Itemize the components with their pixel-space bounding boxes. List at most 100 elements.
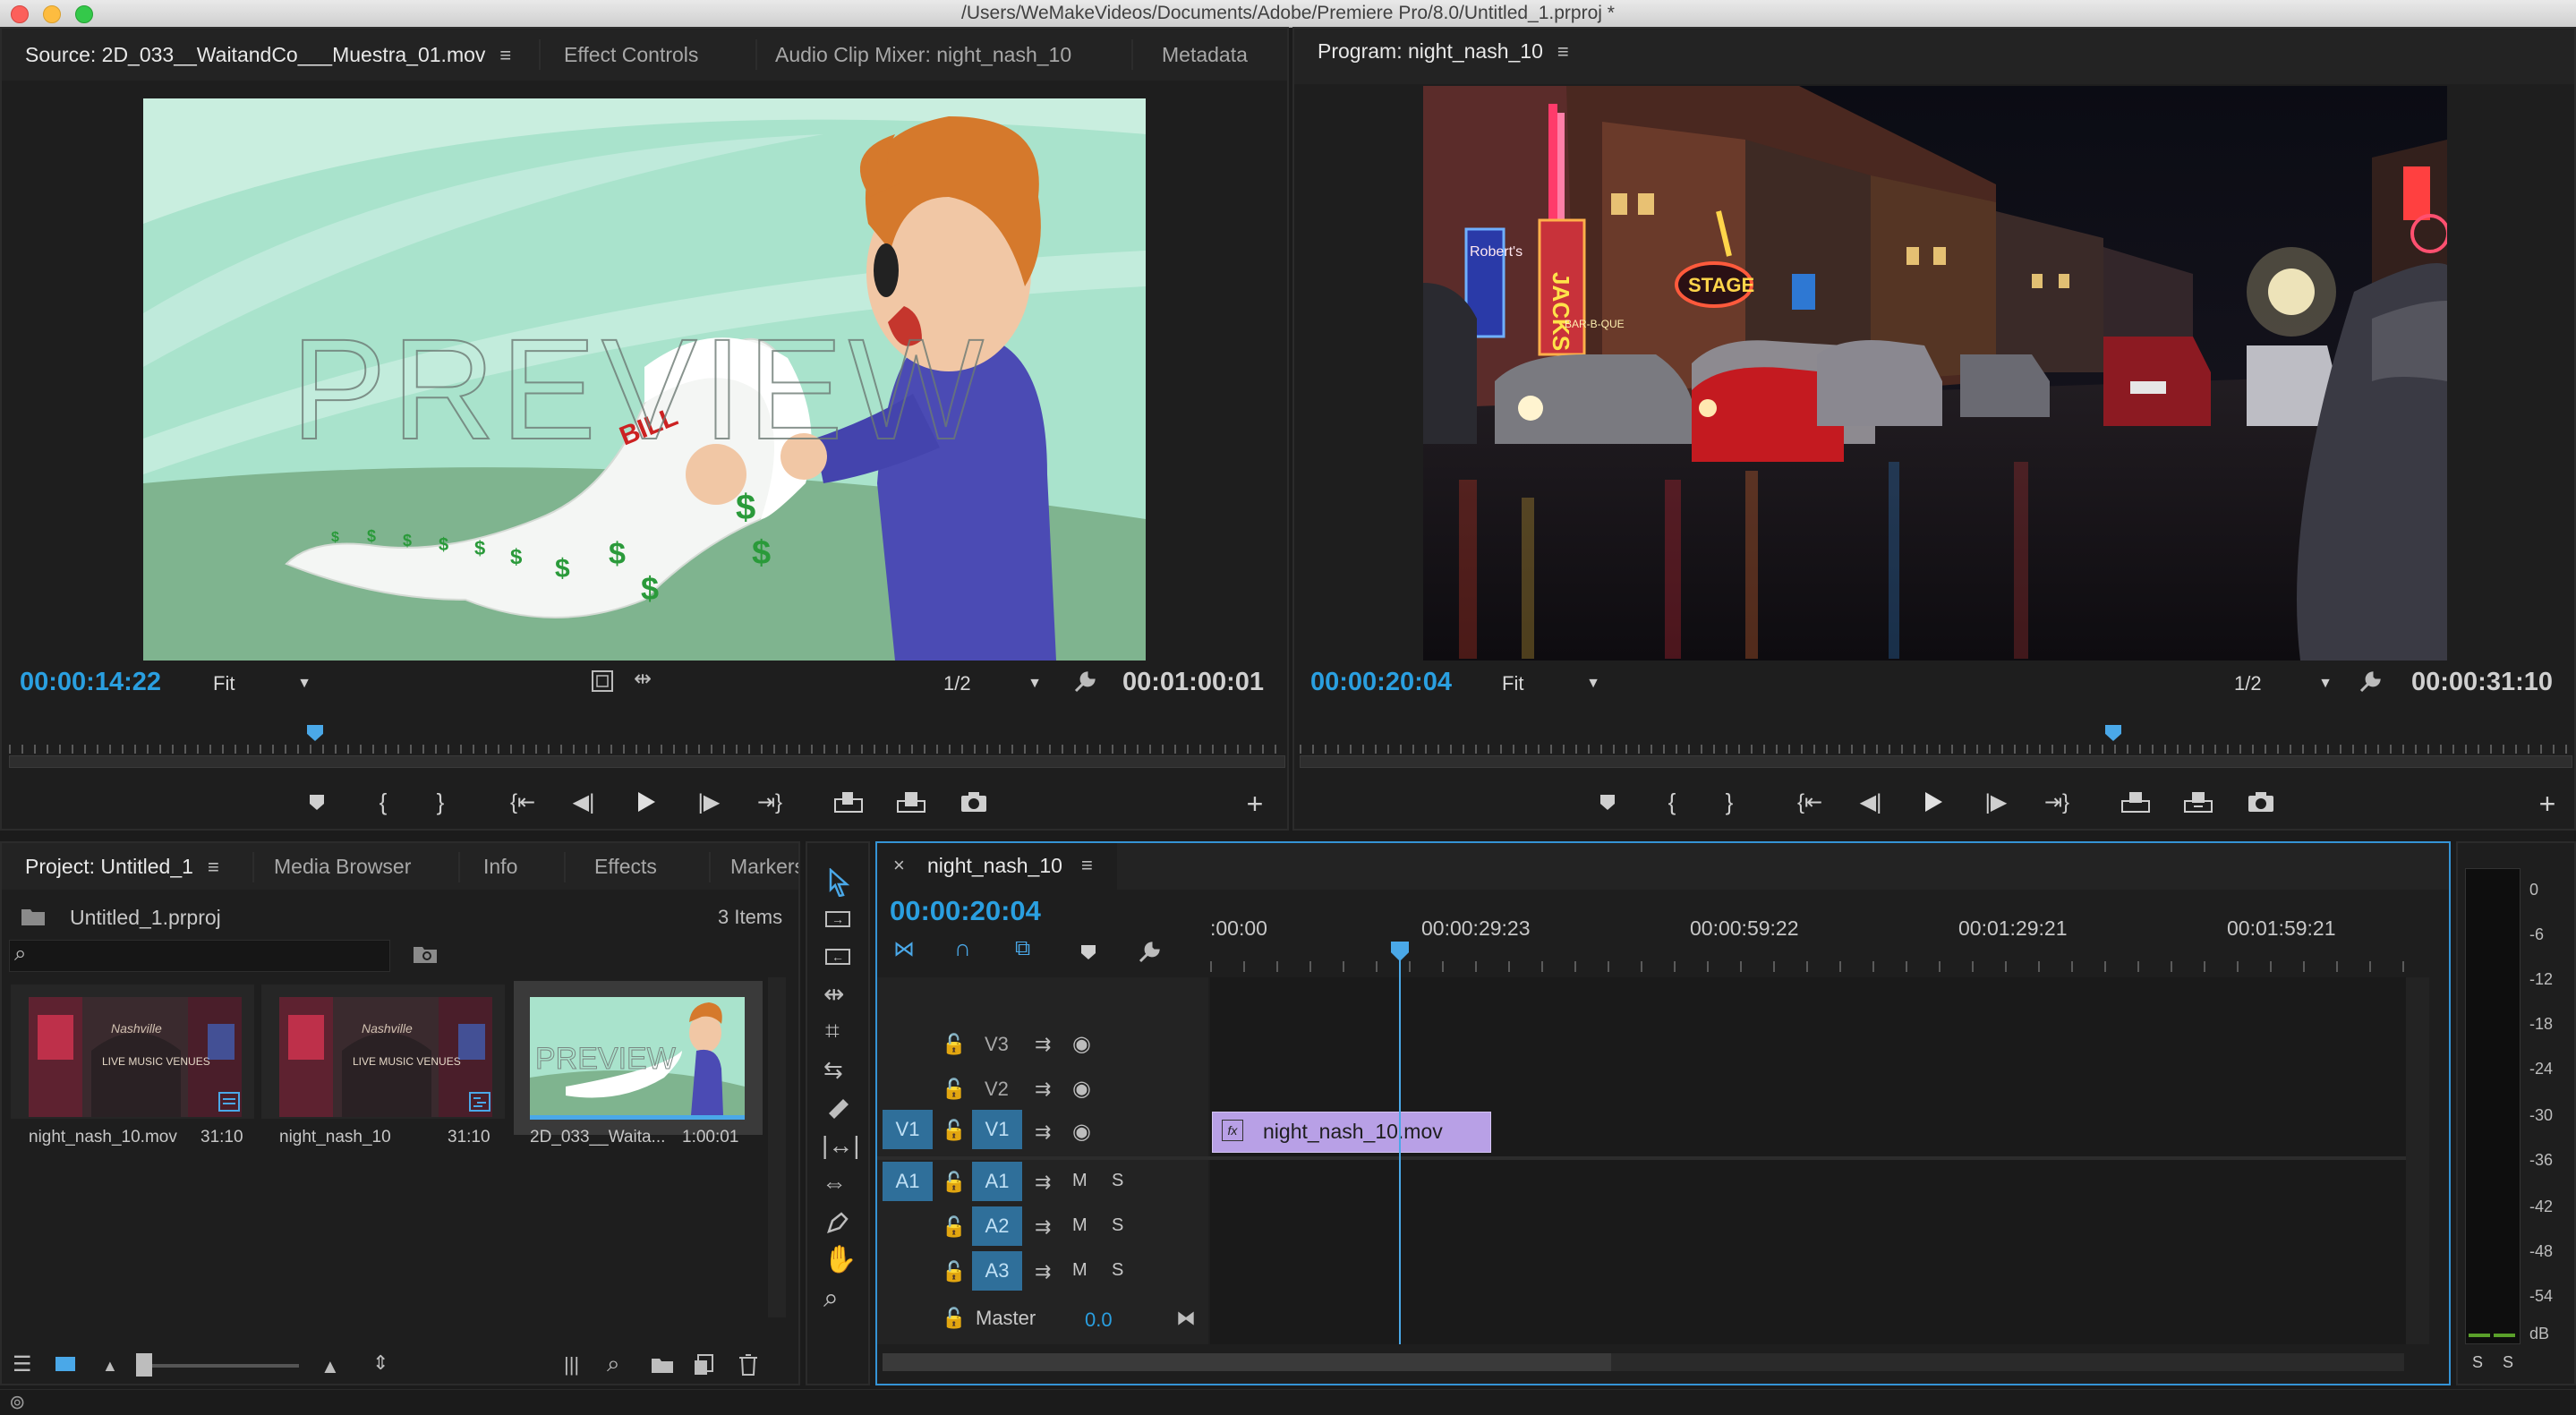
project-search-field[interactable]	[9, 940, 390, 972]
mark-in-button[interactable]: {	[1654, 784, 1690, 820]
sync-lock-icon[interactable]: ⇉	[1035, 1033, 1051, 1056]
step-forward-button[interactable]: |▶	[1978, 784, 2014, 820]
mute-button[interactable]: M	[1072, 1171, 1088, 1191]
tab-project[interactable]: Project: Untitled_1 ≡	[5, 843, 239, 890]
program-resolution-dropdown[interactable]: 1/2 ▼	[2234, 668, 2333, 700]
slip-tool-icon[interactable]: |↔|	[822, 1131, 860, 1160]
solo-button[interactable]: S	[1112, 1260, 1123, 1281]
drag-video-icon[interactable]: ⇹	[634, 666, 652, 692]
program-playhead[interactable]	[2105, 725, 2121, 741]
hand-tool-icon[interactable]: ✋	[823, 1244, 857, 1275]
step-forward-button[interactable]: |▶	[691, 784, 727, 820]
track-select-backward-icon[interactable]: ←	[825, 949, 850, 965]
add-marker-icon[interactable]	[1079, 943, 1097, 961]
go-to-out-button[interactable]: ⇥}	[752, 784, 788, 820]
program-current-timecode[interactable]: 00:00:20:04	[1310, 668, 1452, 697]
mute-button[interactable]: M	[1072, 1260, 1088, 1281]
mute-button[interactable]: M	[1072, 1215, 1088, 1236]
step-back-button[interactable]: ◀|	[566, 784, 601, 820]
timeline-tab[interactable]: × night_nash_10 ≡	[877, 843, 1117, 890]
sync-lock-icon[interactable]: ⇉	[1035, 1078, 1051, 1101]
go-to-edit-icon[interactable]: ⧓	[1176, 1307, 1196, 1330]
rate-stretch-tool-icon[interactable]: ⇆	[823, 1056, 843, 1084]
project-item[interactable]: Nashville LIVE MUSIC VENUES	[11, 985, 254, 1119]
tab-effects[interactable]: Effects	[575, 843, 677, 890]
sync-lock-icon[interactable]: ⇉	[1035, 1121, 1051, 1144]
lock-icon[interactable]: 🔓	[942, 1078, 966, 1101]
go-to-out-button[interactable]: ⇥}	[2039, 784, 2075, 820]
lock-icon[interactable]: 🔓	[942, 1260, 966, 1283]
lock-icon[interactable]: 🔓	[942, 1033, 966, 1056]
tab-media-browser[interactable]: Media Browser	[254, 843, 431, 890]
safe-margins-icon[interactable]	[591, 669, 614, 693]
new-item-icon[interactable]	[693, 1353, 716, 1377]
track-target-a2[interactable]: A2	[972, 1206, 1022, 1246]
panel-menu-icon[interactable]: ≡	[1557, 26, 1569, 78]
snap-icon[interactable]: ∩	[954, 934, 971, 962]
timeline-timecode[interactable]: 00:00:20:04	[890, 895, 1041, 927]
automate-to-sequence-icon[interactable]: |||	[564, 1353, 579, 1377]
trash-icon[interactable]	[738, 1353, 759, 1377]
overwrite-button[interactable]	[893, 784, 929, 820]
add-marker-button[interactable]	[1590, 784, 1625, 820]
track-select-tool-icon[interactable]: →	[825, 911, 850, 927]
rolling-edit-tool-icon[interactable]: ⌗	[825, 1017, 840, 1046]
close-tab-icon[interactable]: ×	[893, 854, 905, 877]
selection-tool-icon[interactable]	[825, 868, 852, 897]
track-name-v3[interactable]: V3	[985, 1033, 1009, 1056]
solo-button[interactable]: S	[1112, 1215, 1123, 1236]
mark-in-button[interactable]: {	[365, 784, 401, 820]
tab-info[interactable]: Info	[464, 843, 537, 890]
go-to-in-button[interactable]: {⇤	[1792, 784, 1828, 820]
scroll-track[interactable]	[1300, 755, 2572, 768]
list-view-icon[interactable]: ☰	[13, 1351, 32, 1377]
track-target-a1[interactable]: A1	[972, 1162, 1022, 1201]
source-resolution-dropdown[interactable]: 1/2 ▼	[943, 668, 1042, 700]
new-bin-icon[interactable]	[650, 1355, 675, 1375]
source-playhead[interactable]	[307, 725, 323, 741]
add-marker-button[interactable]	[299, 784, 335, 820]
master-volume-value[interactable]: 0.0	[1085, 1308, 1113, 1332]
panel-menu-icon[interactable]: ≡	[1081, 854, 1093, 877]
meter-solo-left[interactable]: S	[2472, 1353, 2483, 1372]
meter-solo-right[interactable]: S	[2503, 1353, 2513, 1372]
settings-wrench-icon[interactable]	[2358, 669, 2383, 695]
solo-button[interactable]: S	[1112, 1171, 1123, 1191]
panel-menu-icon[interactable]: ≡	[499, 30, 511, 81]
tab-program[interactable]: Program: night_nash_10 ≡	[1298, 25, 1589, 77]
project-item[interactable]: Nashville LIVE MUSIC VENUES	[261, 985, 505, 1119]
source-patch-a1[interactable]: A1	[883, 1162, 933, 1201]
timeline-clip[interactable]: fx night_nash_10.mov	[1212, 1112, 1491, 1153]
lock-icon[interactable]: 🔓	[942, 1215, 966, 1239]
source-patch-v1[interactable]: V1	[883, 1110, 933, 1149]
step-back-button[interactable]: ◀|	[1853, 784, 1889, 820]
tab-audio-clip-mixer[interactable]: Audio Clip Mixer: night_nash_10	[755, 29, 1091, 81]
tab-source[interactable]: Source: 2D_033__WaitandCo___Muestra_01.m…	[5, 29, 531, 81]
extract-button[interactable]	[2180, 784, 2216, 820]
project-scrollbar[interactable]	[768, 977, 786, 1317]
slide-tool-icon[interactable]: ⇔	[822, 1169, 847, 1198]
tab-metadata[interactable]: Metadata	[1142, 29, 1267, 81]
ripple-edit-tool-icon[interactable]: ⇹	[823, 979, 844, 1009]
tab-effect-controls[interactable]: Effect Controls	[544, 29, 718, 81]
mark-out-button[interactable]: }	[1711, 784, 1747, 820]
nest-toggle-icon[interactable]: ⋈	[893, 936, 915, 962]
play-button[interactable]	[628, 784, 664, 820]
panel-menu-icon[interactable]: ≡	[208, 844, 219, 891]
track-target-v1[interactable]: V1	[972, 1110, 1022, 1149]
slider-handle[interactable]	[136, 1353, 152, 1377]
lift-button[interactable]	[2118, 784, 2154, 820]
hscroll-thumb[interactable]	[883, 1353, 1611, 1371]
pen-tool-icon[interactable]	[825, 1210, 850, 1235]
linked-selection-icon[interactable]: ⧉	[1015, 936, 1030, 961]
sync-lock-icon[interactable]: ⇉	[1035, 1171, 1051, 1194]
program-time-ruler[interactable]	[1300, 723, 2572, 768]
creative-cloud-icon[interactable]: ⊚	[9, 1391, 25, 1414]
project-item-selected[interactable]: PREVIEW	[514, 981, 763, 1135]
timeline-settings-wrench-icon[interactable]	[1137, 940, 1162, 965]
sync-lock-icon[interactable]: ⇉	[1035, 1215, 1051, 1239]
tab-markers[interactable]: Markers	[711, 843, 798, 890]
go-to-in-button[interactable]: {⇤	[505, 784, 541, 820]
sync-lock-icon[interactable]: ⇉	[1035, 1260, 1051, 1283]
timeline-vscroll[interactable]	[2406, 977, 2429, 1344]
